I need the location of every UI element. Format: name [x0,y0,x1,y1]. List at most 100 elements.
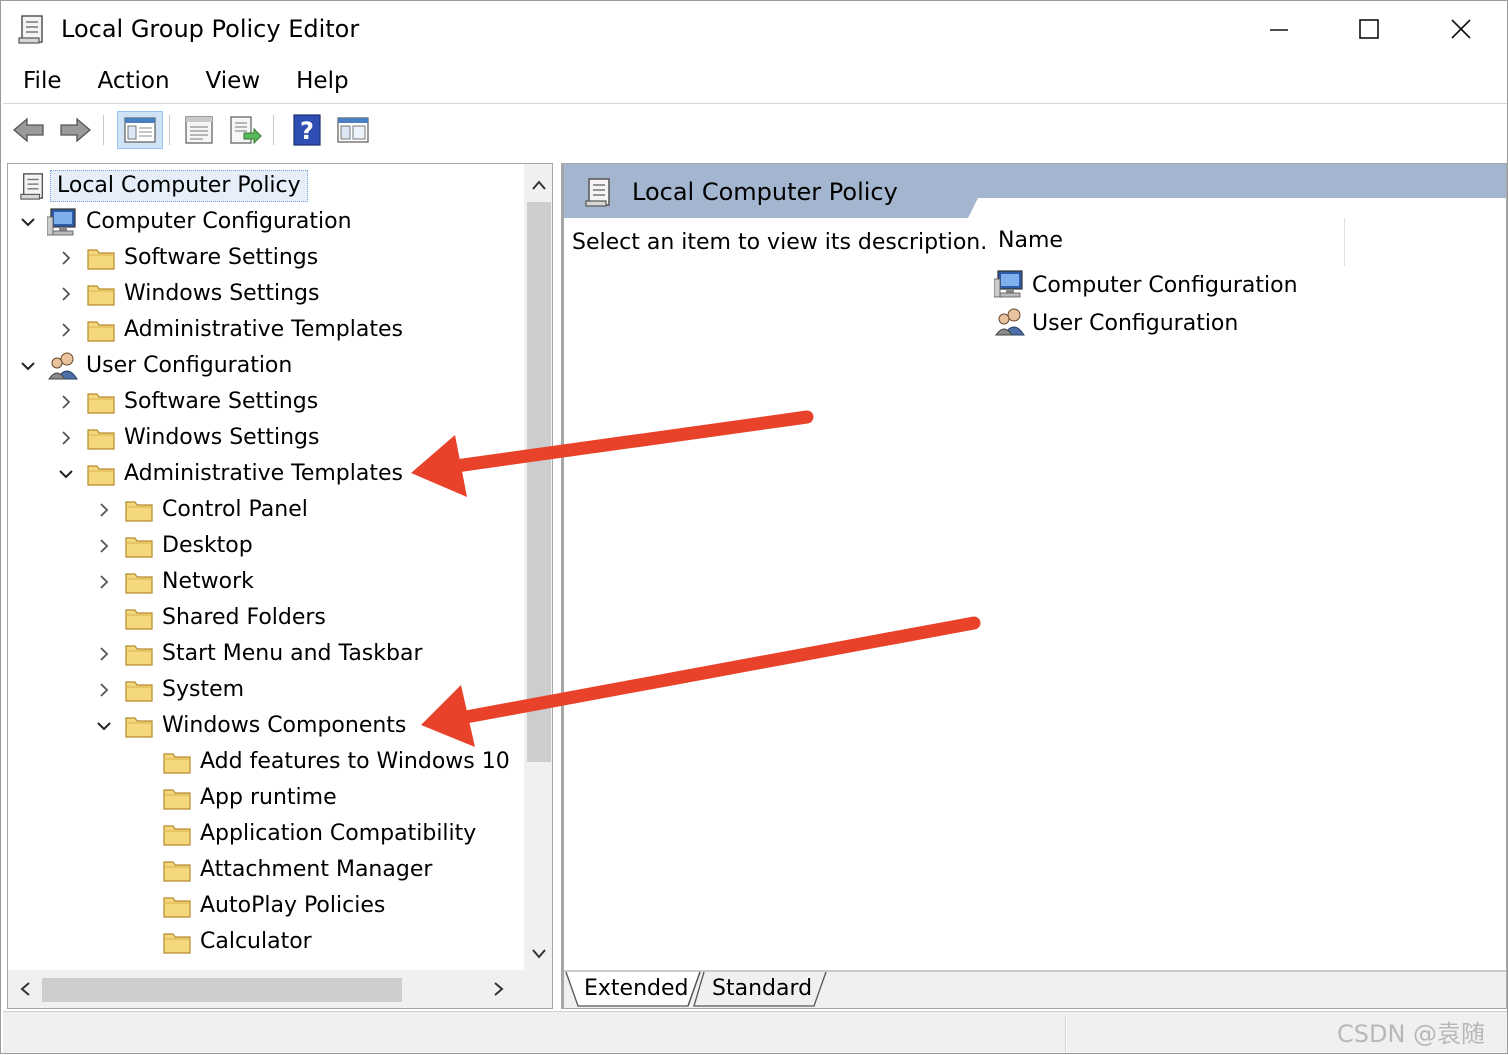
toolbar-separator [169,115,171,145]
chevron-right-icon[interactable] [92,672,116,708]
status-bar: CSDN @袁随 [3,1011,1507,1053]
window-title: Local Group Policy Editor [61,15,360,43]
list-item-computer-configuration[interactable]: Computer Configuration [993,268,1298,304]
folder-icon [160,924,194,960]
chevron-down-icon[interactable] [16,348,40,384]
forward-button[interactable] [55,111,95,149]
back-button[interactable] [9,111,49,149]
tree-item-windows-component[interactable]: Attachment Manager [130,852,438,888]
users-icon [994,307,1026,341]
chevron-right-icon[interactable] [92,564,116,600]
folder-icon [122,672,156,708]
chevron-right-icon[interactable] [54,276,78,312]
menu-action[interactable]: Action [78,61,186,101]
horizontal-scrollbar[interactable] [8,970,552,1008]
tree-item-admin-template[interactable]: System [92,672,250,708]
vertical-scrollbar[interactable] [524,164,552,970]
export-list-button[interactable] [225,111,265,149]
tree-item-uc-child[interactable]: Windows Settings [54,420,325,456]
policy-scroll-icon [17,13,47,45]
filter-view-icon [337,117,369,143]
toolbar-divider [3,103,1507,104]
properties-icon [185,116,213,144]
tree-item-admin-template[interactable]: Shared Folders [92,600,332,636]
list-item-user-configuration[interactable]: User Configuration [994,306,1238,342]
toolbar-separator [103,115,105,145]
tree-item-windows-component[interactable]: App runtime [130,780,343,816]
tree-item-admin-template[interactable]: Desktop [92,528,259,564]
tree-root-local-computer-policy[interactable]: Local Computer Policy [16,168,308,204]
tree-item-label: Desktop [162,533,253,558]
chevron-down-icon[interactable] [16,204,40,240]
tree-item-user-configuration[interactable]: User Configuration [16,348,298,384]
menu-help[interactable]: Help [276,61,364,101]
chevron-right-icon[interactable] [92,636,116,672]
tree-item-windows-component[interactable]: Calculator [130,924,318,960]
tree-item-windows-component[interactable]: AutoPlay Policies [130,888,391,924]
scroll-left-button[interactable] [10,974,40,1004]
tree-item-windows-component[interactable]: Add features to Windows 10 [130,744,516,780]
tree-item-uc-child[interactable]: Administrative Templates [54,456,409,492]
scroll-right-button[interactable] [484,974,514,1004]
chevron-right-icon[interactable] [92,492,116,528]
horizontal-scroll-thumb[interactable] [42,978,402,1002]
chevron-down-icon[interactable] [92,708,116,744]
tree-item-label: App runtime [200,785,337,810]
tree-item-label: Calculator [200,929,312,954]
chevron-right-icon[interactable] [54,384,78,420]
folder-icon [122,600,156,636]
maximize-button[interactable] [1323,1,1415,57]
minimize-button[interactable] [1233,1,1325,57]
forward-arrow-icon [60,117,92,143]
tree-item-admin-template[interactable]: Start Menu and Taskbar [92,636,429,672]
properties-button[interactable] [179,111,219,149]
close-button[interactable] [1415,1,1507,57]
folder-icon [84,420,118,456]
folder-icon [160,780,194,816]
maximize-icon [1359,19,1379,39]
tree-item-label: Administrative Templates [124,461,403,486]
tree-item-admin-template[interactable]: Control Panel [92,492,314,528]
menu-file[interactable]: File [3,61,78,101]
column-divider[interactable] [1344,218,1345,266]
tree-item-cc-child[interactable]: Administrative Templates [54,312,409,348]
chevron-down-icon[interactable] [54,456,78,492]
tree-item-cc-child[interactable]: Software Settings [54,240,324,276]
tree-item-computer-configuration[interactable]: Computer Configuration [16,204,358,240]
scroll-down-button[interactable] [524,938,552,968]
tree-item-label: Application Compatibility [200,821,477,846]
chevron-right-icon[interactable] [54,312,78,348]
help-button[interactable]: ? [287,111,327,149]
chevron-right-icon[interactable] [54,240,78,276]
tab-extended[interactable]: Extended [584,972,689,1006]
tree-item-label: Network [162,569,254,594]
tree-item-label: System [162,677,245,702]
tree-item-windows-component[interactable]: Application Compatibility [130,816,482,852]
tree-item-admin-template[interactable]: Network [92,564,260,600]
status-divider [1065,1016,1067,1052]
list-item-label: User Configuration [1032,311,1239,336]
tree-item-uc-child[interactable]: Software Settings [54,384,324,420]
vertical-scroll-thumb[interactable] [527,202,551,762]
folder-icon [84,240,118,276]
menu-view[interactable]: View [186,61,277,101]
column-header-name[interactable]: Name [998,224,1063,258]
chevron-right-icon[interactable] [92,528,116,564]
tab-standard[interactable]: Standard [712,972,812,1006]
computer-icon [46,204,80,240]
list-item-label: Computer Configuration [1032,273,1298,298]
folder-icon [122,708,156,744]
folder-icon [122,492,156,528]
scroll-up-button[interactable] [524,170,552,200]
tree-item-admin-template[interactable]: Windows Components [92,708,412,744]
tree-item-cc-child[interactable]: Windows Settings [54,276,325,312]
filter-view-button[interactable] [333,111,373,149]
show-hide-tree-button[interactable] [117,111,163,149]
tree-item-label: User Configuration [86,353,293,378]
chevron-right-icon[interactable] [54,420,78,456]
chevron-left-icon [20,982,30,996]
folder-icon [122,528,156,564]
toolbar-separator [273,115,275,145]
